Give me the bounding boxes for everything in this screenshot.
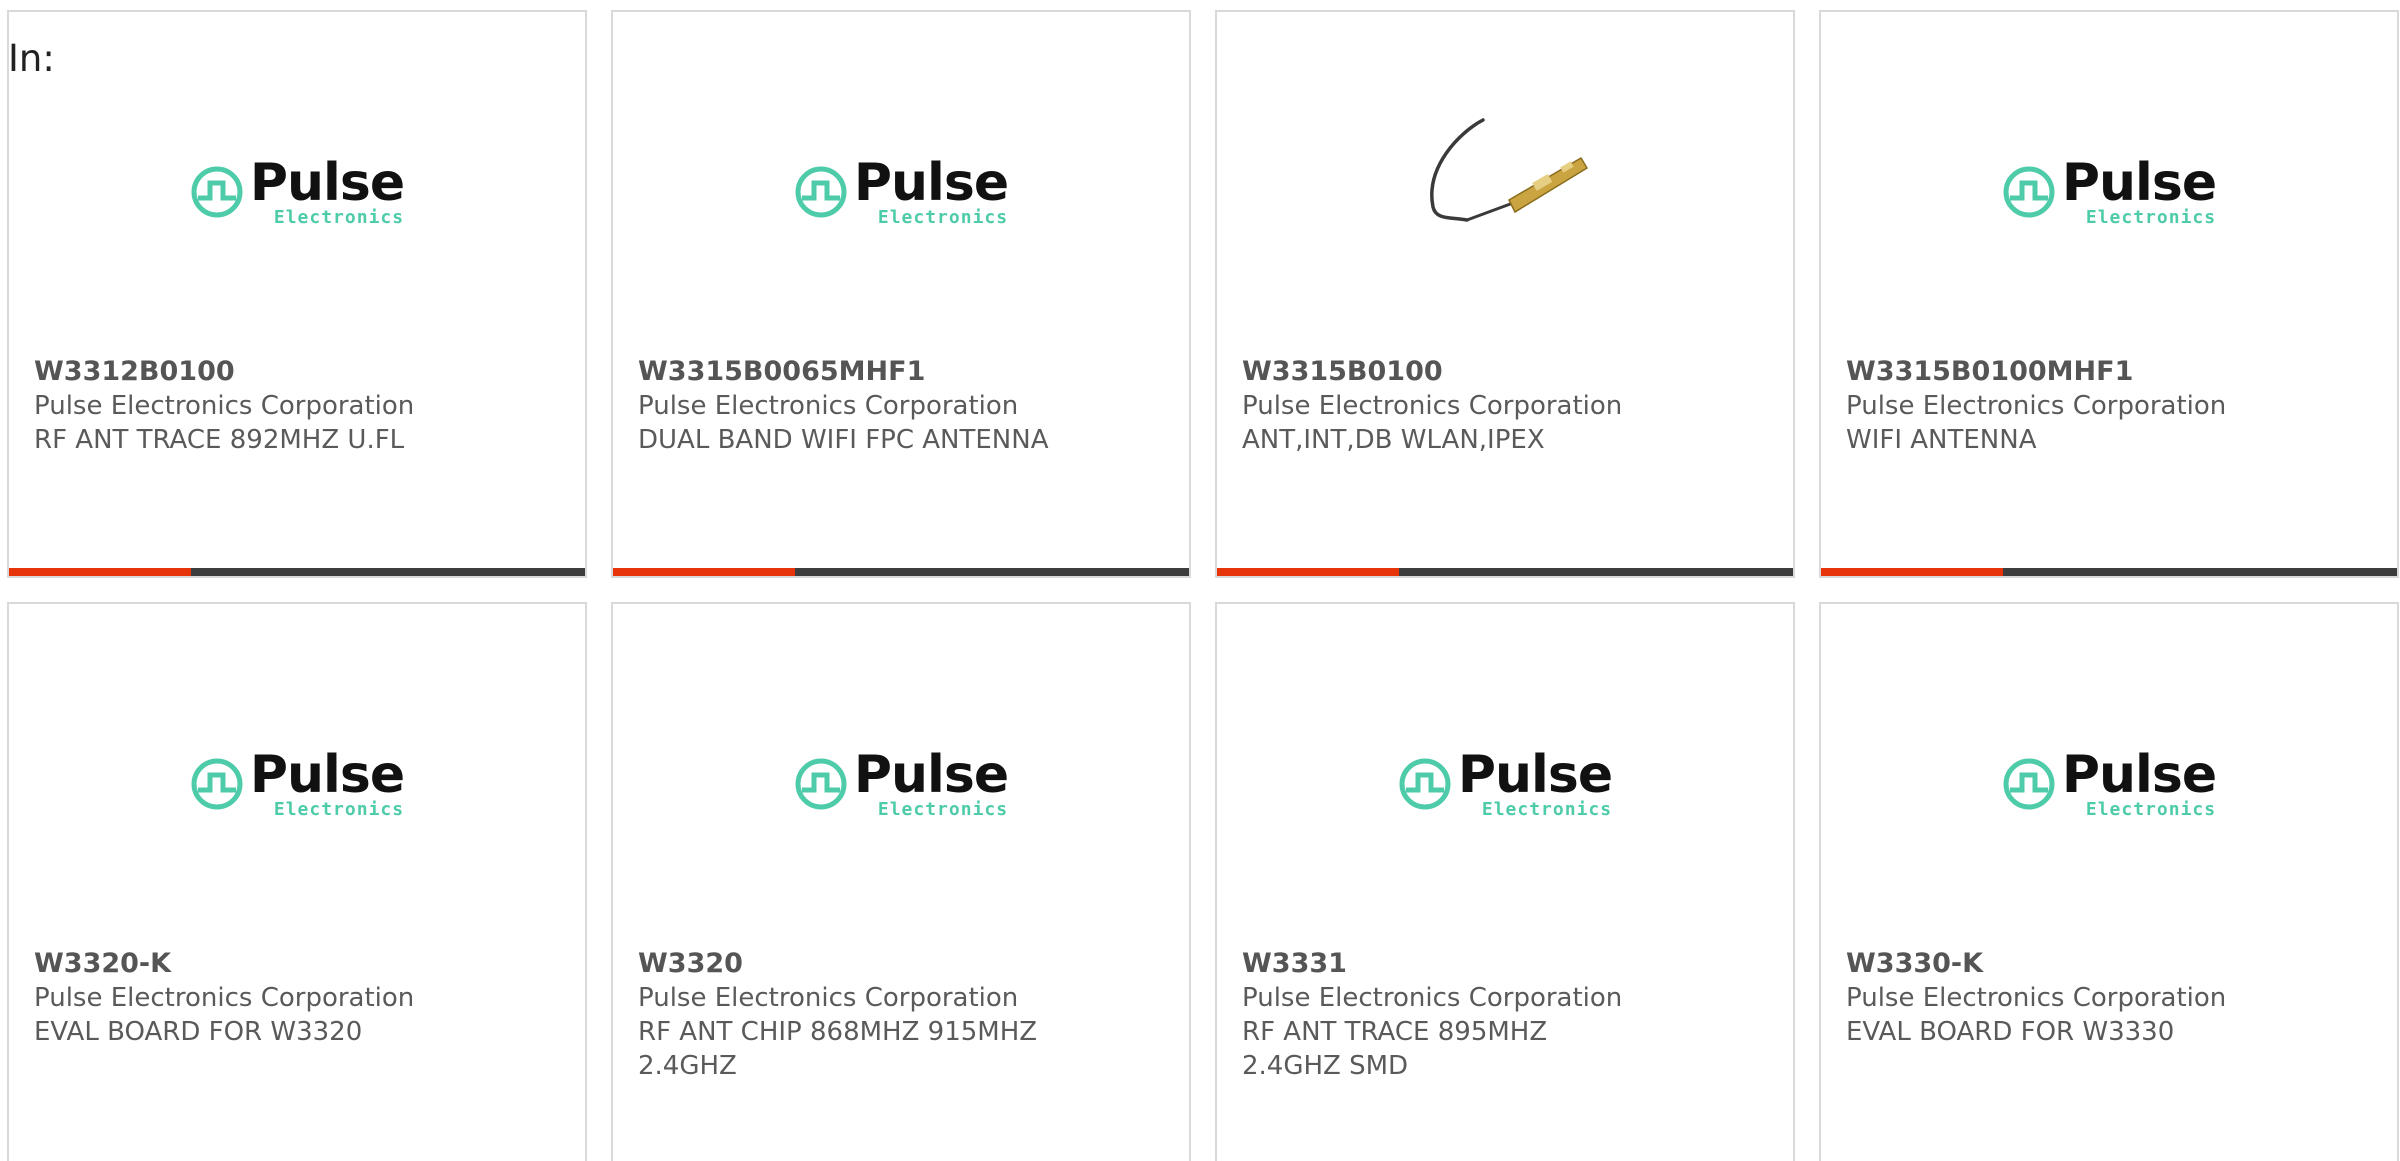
- product-image[interactable]: Pulse Electronics: [1821, 72, 2397, 312]
- part-number[interactable]: W3330-K: [1846, 947, 2372, 981]
- description: RF ANT CHIP 868MHZ 915MHZ 2.4GHZ: [638, 1017, 1038, 1081]
- description: EVAL BOARD FOR W3320: [34, 1017, 363, 1047]
- manufacturer: Pulse Electronics Corporation: [1242, 983, 1623, 1013]
- pulse-logo-icon: [2003, 758, 2055, 810]
- pulse-electronics-logo: Pulse Electronics: [794, 745, 1009, 820]
- product-image[interactable]: Pulse Electronics: [613, 72, 1189, 312]
- product-card[interactable]: Pulse Electronics W3315B0065MHF1 Pulse E…: [611, 10, 1191, 578]
- product-results-page: In: Pulse Electronics W3312B0100 Pulse E…: [0, 0, 2400, 1161]
- logo-word: Pulse: [2061, 153, 2217, 213]
- pulse-logo-icon: [795, 166, 847, 218]
- product-info: W3331 Pulse Electronics Corporation RF A…: [1242, 947, 1643, 1083]
- product-info: W3320 Pulse Electronics Corporation RF A…: [638, 947, 1039, 1083]
- card-bottom-bar: [9, 568, 585, 576]
- pulse-electronics-logo: Pulse Electronics: [2002, 153, 2217, 228]
- product-info: W3330-K Pulse Electronics Corporation EV…: [1846, 947, 2372, 1049]
- description: WIFI ANTENNA: [1846, 425, 2037, 455]
- product-image[interactable]: Pulse Electronics: [1821, 664, 2397, 904]
- logo-word: Pulse: [249, 153, 405, 213]
- pulse-logo-icon: [191, 166, 243, 218]
- manufacturer: Pulse Electronics Corporation: [1242, 391, 1623, 421]
- antenna-product-photo: [1430, 118, 1589, 222]
- product-card[interactable]: Pulse Electronics W3330-K Pulse Electron…: [1819, 602, 2399, 1161]
- product-card[interactable]: Pulse Electronics W3320-K Pulse Electron…: [7, 602, 587, 1161]
- logo-word: Pulse: [2061, 745, 2217, 805]
- filter-in-label: In:: [8, 37, 55, 80]
- card-accent-bar: [1217, 568, 1399, 576]
- part-number[interactable]: W3315B0100MHF1: [1846, 355, 2372, 389]
- logo-sub: Electronics: [877, 799, 1009, 820]
- logo-word: Pulse: [853, 745, 1009, 805]
- card-bottom-bar: [613, 568, 1189, 576]
- part-number[interactable]: W3315B0065MHF1: [638, 355, 1164, 389]
- product-card[interactable]: Pulse Electronics W3320 Pulse Electronic…: [611, 602, 1191, 1161]
- product-info: W3312B0100 Pulse Electronics Corporation…: [34, 355, 560, 457]
- pulse-electronics-logo: Pulse Electronics: [1398, 745, 1613, 820]
- product-image[interactable]: [1217, 72, 1793, 312]
- description: ANT,INT,DB WLAN,IPEX: [1242, 425, 1545, 455]
- manufacturer: Pulse Electronics Corporation: [1846, 983, 2227, 1013]
- description: RF ANT TRACE 895MHZ 2.4GHZ SMD: [1242, 1017, 1548, 1081]
- product-card[interactable]: Pulse Electronics W3312B0100 Pulse Elect…: [7, 10, 587, 578]
- product-info: W3315B0100 Pulse Electronics Corporation…: [1242, 355, 1768, 457]
- description: DUAL BAND WIFI FPC ANTENNA: [638, 425, 1049, 455]
- product-image[interactable]: Pulse Electronics: [9, 664, 585, 904]
- product-info: W3320-K Pulse Electronics Corporation EV…: [34, 947, 560, 1049]
- logo-sub: Electronics: [2085, 799, 2217, 820]
- logo-sub: Electronics: [2085, 207, 2217, 228]
- manufacturer: Pulse Electronics Corporation: [34, 983, 415, 1013]
- logo-word: Pulse: [249, 745, 405, 805]
- manufacturer: Pulse Electronics Corporation: [1846, 391, 2227, 421]
- card-accent-bar: [9, 568, 191, 576]
- part-number[interactable]: W3312B0100: [34, 355, 560, 389]
- manufacturer: Pulse Electronics Corporation: [638, 391, 1019, 421]
- logo-sub: Electronics: [877, 207, 1009, 228]
- product-card[interactable]: Pulse Electronics W3331 Pulse Electronic…: [1215, 602, 1795, 1161]
- product-image[interactable]: Pulse Electronics: [9, 72, 585, 312]
- pulse-logo-icon: [1399, 758, 1451, 810]
- logo-sub: Electronics: [273, 207, 405, 228]
- pulse-electronics-logo: Pulse Electronics: [190, 153, 405, 228]
- part-number[interactable]: W3315B0100: [1242, 355, 1768, 389]
- product-card[interactable]: W3315B0100 Pulse Electronics Corporation…: [1215, 10, 1795, 578]
- logo-word: Pulse: [853, 153, 1009, 213]
- description: RF ANT TRACE 892MHZ U.FL: [34, 425, 405, 455]
- product-image[interactable]: Pulse Electronics: [1217, 664, 1793, 904]
- product-info: W3315B0100MHF1 Pulse Electronics Corpora…: [1846, 355, 2372, 457]
- card-accent-bar: [613, 568, 795, 576]
- manufacturer: Pulse Electronics Corporation: [638, 983, 1019, 1013]
- product-grid: Pulse Electronics W3312B0100 Pulse Elect…: [7, 10, 2399, 1161]
- pulse-logo-icon: [795, 758, 847, 810]
- part-number[interactable]: W3331: [1242, 947, 1643, 981]
- card-accent-bar: [1821, 568, 2003, 576]
- pulse-logo-icon: [2003, 166, 2055, 218]
- part-number[interactable]: W3320: [638, 947, 1039, 981]
- product-info: W3315B0065MHF1 Pulse Electronics Corpora…: [638, 355, 1164, 457]
- pulse-logo-icon: [191, 758, 243, 810]
- manufacturer: Pulse Electronics Corporation: [34, 391, 415, 421]
- card-bottom-bar: [1821, 568, 2397, 576]
- part-number[interactable]: W3320-K: [34, 947, 560, 981]
- product-card[interactable]: Pulse Electronics W3315B0100MHF1 Pulse E…: [1819, 10, 2399, 578]
- card-bottom-bar: [1217, 568, 1793, 576]
- pulse-electronics-logo: Pulse Electronics: [2002, 745, 2217, 820]
- logo-sub: Electronics: [1481, 799, 1613, 820]
- pulse-electronics-logo: Pulse Electronics: [190, 745, 405, 820]
- logo-sub: Electronics: [273, 799, 405, 820]
- description: EVAL BOARD FOR W3330: [1846, 1017, 2175, 1047]
- product-image[interactable]: Pulse Electronics: [613, 664, 1189, 904]
- pulse-electronics-logo: Pulse Electronics: [794, 153, 1009, 228]
- logo-word: Pulse: [1457, 745, 1613, 805]
